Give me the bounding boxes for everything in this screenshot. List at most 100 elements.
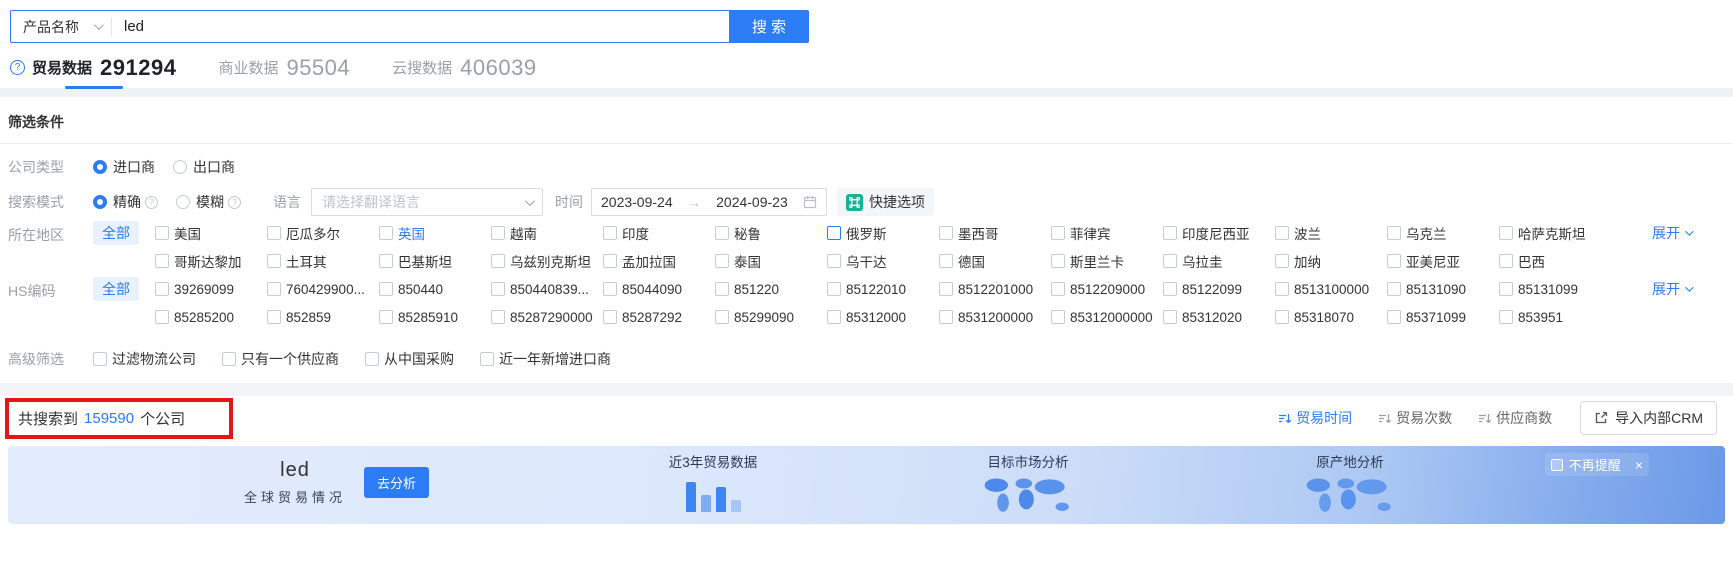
hs-checkbox[interactable]: 85287292 (603, 310, 715, 325)
hs-checkbox[interactable]: 852859 (267, 310, 379, 325)
radio-exporter[interactable]: 出口商 (173, 157, 235, 177)
region-checkbox[interactable]: 秘鲁 (715, 223, 827, 243)
region-options: 全部 美国 厄瓜多尔 英国 越南 印度 秘鲁 俄罗斯 墨西哥 菲律宾 印度尼西亚… (93, 221, 1733, 271)
region-checkbox[interactable]: 美国 (155, 223, 267, 243)
tab-trade-data[interactable]: ? 贸易数据 291294 (10, 55, 176, 89)
date-end[interactable]: 2024-09-23 (716, 194, 788, 210)
checkbox-box-icon (1387, 310, 1401, 324)
analyze-button[interactable]: 去分析 (364, 467, 430, 498)
hs-checkbox[interactable]: 850440 (379, 282, 491, 297)
region-checkbox[interactable]: 乌克兰 (1387, 223, 1499, 243)
region-checkbox[interactable]: 巴西 (1499, 251, 1611, 271)
hs-checkbox[interactable]: 85131090 (1387, 282, 1499, 297)
region-all-button[interactable]: 全部 (93, 221, 139, 245)
checkbox-box-icon (1275, 254, 1289, 268)
sort-supplier-count[interactable]: 供应商数 (1478, 408, 1552, 428)
checkbox-box-icon (1499, 310, 1513, 324)
advanced-checkbox[interactable]: 近一年新增进口商 (480, 349, 611, 369)
dismiss-control[interactable]: 不再提醒 × (1544, 453, 1649, 476)
hs-checkbox[interactable]: 8512201000 (939, 282, 1051, 297)
region-checkbox[interactable]: 土耳其 (267, 251, 379, 271)
radio-fuzzy-mode[interactable]: 模糊 ? (176, 192, 241, 212)
hs-all-button[interactable]: 全部 (93, 277, 139, 301)
hs-checkbox[interactable]: 85044090 (603, 282, 715, 297)
region-checkbox[interactable]: 厄瓜多尔 (267, 223, 379, 243)
region-checkbox[interactable]: 泰国 (715, 251, 827, 271)
advanced-checkbox[interactable]: 从中国采购 (365, 349, 454, 369)
advanced-checkbox-list: 过滤物流公司 只有一个供应商 从中国采购 近一年新增进口商 (93, 349, 611, 369)
hs-checkbox[interactable]: 85287290000 (491, 310, 603, 325)
search-button[interactable]: 搜 索 (729, 10, 809, 43)
analysis-banner[interactable]: led 全球贸易情况 去分析 近3年贸易数据 目标市场分析 原产地分析 不再提醒… (8, 446, 1725, 524)
region-expand-link[interactable]: 展开 (1611, 223, 1733, 243)
sort-trade-count[interactable]: 贸易次数 (1378, 408, 1452, 428)
quick-options-button[interactable]: 快捷选项 (837, 188, 934, 216)
region-checkbox[interactable]: 乌兹别克斯坦 (491, 251, 603, 271)
hs-checkbox[interactable]: 85299090 (715, 310, 827, 325)
search-input[interactable] (112, 18, 729, 35)
language-select[interactable]: 请选择翻译语言 (311, 188, 543, 216)
region-checkbox[interactable]: 菲律宾 (1051, 223, 1163, 243)
import-crm-button[interactable]: 导入内部CRM (1580, 401, 1717, 435)
region-checkbox[interactable]: 哥斯达黎加 (155, 251, 267, 271)
hs-checkbox[interactable]: 851220 (715, 282, 827, 297)
language-label: 语言 (273, 194, 301, 210)
tab-cloud-search-data[interactable]: 云搜数据 406039 (392, 55, 536, 81)
region-checkbox[interactable]: 俄罗斯 (827, 223, 939, 243)
hs-checkbox[interactable]: 8513100000 (1275, 282, 1387, 297)
hs-checkbox[interactable]: 39269099 (155, 282, 267, 297)
info-icon[interactable]: ? (228, 195, 241, 209)
hs-checkbox-list: 85285200 852859 85285910 85287290000 852… (155, 310, 1611, 325)
region-checkbox[interactable]: 乌拉圭 (1163, 251, 1275, 271)
hs-checkbox[interactable]: 850440839... (491, 282, 603, 297)
close-icon[interactable]: × (1635, 458, 1643, 472)
region-checkbox[interactable]: 加纳 (1275, 251, 1387, 271)
tab-business-data[interactable]: 商业数据 95504 (218, 55, 350, 81)
hs-checkbox[interactable]: 85312000 (827, 310, 939, 325)
date-range-picker[interactable]: 2023-09-24 → 2024-09-23 (591, 188, 827, 216)
hs-checkbox[interactable]: 8531200000 (939, 310, 1051, 325)
filter-label: 搜索模式 (8, 194, 64, 210)
hs-checkbox[interactable]: 85285910 (379, 310, 491, 325)
region-checkbox[interactable]: 孟加拉国 (603, 251, 715, 271)
radio-importer[interactable]: 进口商 (93, 157, 155, 177)
region-checkbox[interactable]: 巴基斯坦 (379, 251, 491, 271)
region-checkbox[interactable]: 哈萨克斯坦 (1499, 223, 1611, 243)
results-count[interactable]: 159590 (84, 410, 134, 427)
hs-checkbox[interactable]: 85318070 (1275, 310, 1387, 325)
region-checkbox[interactable]: 斯里兰卡 (1051, 251, 1163, 271)
region-checkbox[interactable]: 乌干达 (827, 251, 939, 271)
region-checkbox[interactable]: 波兰 (1275, 223, 1387, 243)
hs-checkbox[interactable]: 85131099 (1499, 282, 1611, 297)
advanced-checkbox[interactable]: 只有一个供应商 (222, 349, 339, 369)
checkbox-label: 851220 (734, 281, 780, 297)
shortcut-icon (846, 193, 863, 211)
hs-checkbox[interactable]: 8512209000 (1051, 282, 1163, 297)
date-start[interactable]: 2023-09-24 (601, 194, 673, 210)
help-icon[interactable]: ? (10, 60, 25, 75)
checkbox-box-icon (222, 352, 236, 366)
region-checkbox[interactable]: 墨西哥 (939, 223, 1051, 243)
search-category-dropdown[interactable]: 产品名称 (11, 17, 111, 37)
dismiss-checkbox-icon[interactable] (1550, 458, 1563, 471)
hs-checkbox[interactable]: 85122010 (827, 282, 939, 297)
region-checkbox[interactable]: 印度 (603, 223, 715, 243)
filter-row-advanced: 高级筛选 过滤物流公司 只有一个供应商 从中国采购 近一年新增进口商 (0, 349, 1733, 369)
advanced-checkbox[interactable]: 过滤物流公司 (93, 349, 196, 369)
hs-expand-link[interactable]: 展开 (1611, 279, 1733, 299)
info-icon[interactable]: ? (145, 195, 158, 209)
sort-trade-time[interactable]: 贸易时间 (1278, 408, 1352, 428)
region-checkbox[interactable]: 英国 (379, 223, 491, 243)
hs-checkbox[interactable]: 85312000000 (1051, 310, 1163, 325)
hs-checkbox[interactable]: 85312020 (1163, 310, 1275, 325)
hs-checkbox[interactable]: 85371099 (1387, 310, 1499, 325)
region-checkbox[interactable]: 印度尼西亚 (1163, 223, 1275, 243)
region-checkbox[interactable]: 亚美尼亚 (1387, 251, 1499, 271)
hs-checkbox[interactable]: 85122099 (1163, 282, 1275, 297)
hs-checkbox[interactable]: 760429900... (267, 282, 379, 297)
region-checkbox[interactable]: 越南 (491, 223, 603, 243)
hs-checkbox[interactable]: 85285200 (155, 310, 267, 325)
radio-exact-mode[interactable]: 精确 ? (93, 192, 158, 212)
region-checkbox[interactable]: 德国 (939, 251, 1051, 271)
hs-checkbox[interactable]: 853951 (1499, 310, 1611, 325)
